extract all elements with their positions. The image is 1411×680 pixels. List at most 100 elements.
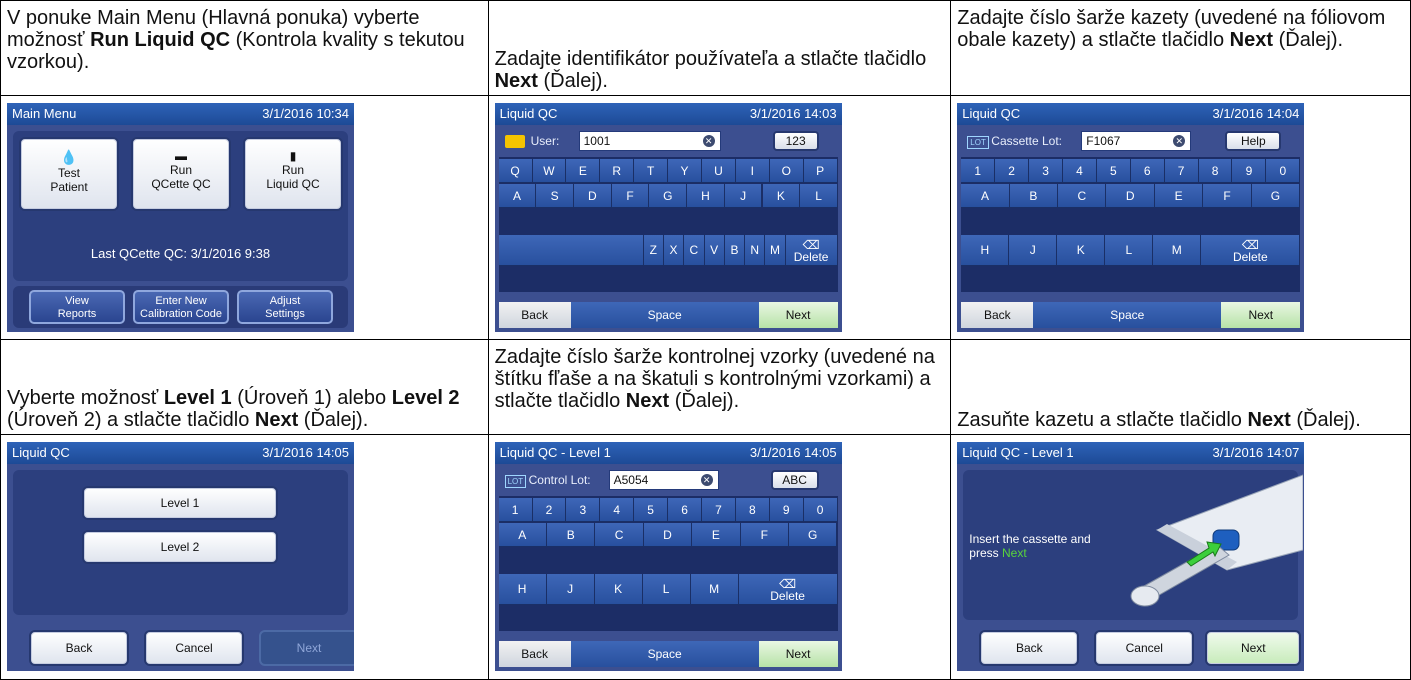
key-l[interactable]: L: [1105, 235, 1154, 266]
next-button[interactable]: Next: [1205, 630, 1302, 666]
key-0[interactable]: 0: [1266, 159, 1301, 183]
back-button[interactable]: Back: [498, 641, 571, 667]
key-h[interactable]: H: [498, 574, 547, 605]
key-h[interactable]: H: [961, 235, 1010, 266]
key-1[interactable]: 1: [498, 498, 533, 522]
view-reports-button[interactable]: View Reports: [29, 290, 125, 324]
key-d[interactable]: D: [574, 184, 612, 208]
test-patient-button[interactable]: 💧 Test Patient: [19, 137, 119, 211]
key-k[interactable]: K: [1057, 235, 1106, 266]
key-b[interactable]: B: [724, 235, 746, 266]
key-j[interactable]: J: [1009, 235, 1058, 266]
key-y[interactable]: Y: [668, 159, 702, 183]
level-2-button[interactable]: Level 2: [82, 530, 278, 564]
key-x[interactable]: X: [663, 235, 685, 266]
key-4[interactable]: 4: [600, 498, 635, 522]
key-d[interactable]: D: [643, 523, 693, 547]
key-g[interactable]: G: [649, 184, 688, 208]
key-f[interactable]: F: [740, 523, 789, 547]
key-7[interactable]: 7: [1164, 159, 1199, 183]
key-2[interactable]: 2: [995, 159, 1030, 183]
key-l[interactable]: L: [800, 184, 838, 208]
key-n[interactable]: N: [745, 235, 766, 266]
key-v[interactable]: V: [704, 235, 725, 266]
key-i[interactable]: I: [735, 159, 770, 183]
key-a[interactable]: A: [498, 184, 537, 208]
key-p[interactable]: P: [803, 159, 838, 183]
run-liquid-qc-button[interactable]: ▮ Run Liquid QC: [243, 137, 343, 211]
key-k[interactable]: K: [594, 574, 643, 605]
space-key[interactable]: Space: [570, 302, 759, 328]
key-c[interactable]: C: [1058, 184, 1107, 208]
cancel-button[interactable]: Cancel: [144, 630, 244, 666]
next-button-disabled[interactable]: Next: [259, 630, 354, 666]
key-8[interactable]: 8: [1198, 159, 1233, 183]
key-f[interactable]: F: [611, 184, 650, 208]
key-m[interactable]: M: [765, 235, 786, 266]
key-8[interactable]: 8: [735, 498, 770, 522]
key-1[interactable]: 1: [961, 159, 996, 183]
back-button[interactable]: Back: [29, 630, 129, 666]
key-9[interactable]: 9: [1232, 159, 1267, 183]
mode-abc-button[interactable]: ABC: [770, 470, 819, 490]
key-j[interactable]: J: [546, 574, 595, 605]
key-b[interactable]: B: [1009, 184, 1059, 208]
key-h[interactable]: H: [687, 184, 725, 208]
clear-icon[interactable]: ✕: [702, 135, 715, 147]
space-key[interactable]: Space: [1033, 302, 1222, 328]
delete-key[interactable]: ⌫ Delete: [785, 235, 838, 266]
key-9[interactable]: 9: [769, 498, 804, 522]
key-5[interactable]: 5: [634, 498, 669, 522]
key-o[interactable]: O: [769, 159, 804, 183]
key-e[interactable]: E: [692, 523, 741, 547]
user-input[interactable]: 1001: [578, 131, 721, 151]
key-r[interactable]: R: [600, 159, 635, 183]
key-t[interactable]: T: [634, 159, 669, 183]
enter-calibration-code-button[interactable]: Enter New Calibration Code: [133, 290, 229, 324]
key-k[interactable]: K: [762, 184, 801, 208]
key-a[interactable]: A: [961, 184, 1010, 208]
back-button[interactable]: Back: [498, 302, 571, 328]
key-5[interactable]: 5: [1096, 159, 1131, 183]
key-w[interactable]: W: [532, 159, 567, 183]
key-b[interactable]: B: [547, 523, 596, 547]
key-4[interactable]: 4: [1062, 159, 1097, 183]
key-g[interactable]: G: [789, 523, 838, 547]
key-q[interactable]: Q: [498, 159, 533, 183]
key-f[interactable]: F: [1203, 184, 1252, 208]
key-6[interactable]: 6: [668, 498, 702, 522]
key-j[interactable]: J: [724, 184, 763, 208]
key-e[interactable]: E: [566, 159, 601, 183]
delete-key[interactable]: ⌫ Delete: [1201, 235, 1301, 266]
key-m[interactable]: M: [1153, 235, 1202, 266]
adjust-settings-button[interactable]: Adjust Settings: [237, 290, 333, 324]
key-6[interactable]: 6: [1130, 159, 1165, 183]
key-u[interactable]: U: [702, 159, 736, 183]
mode-123-button[interactable]: 123: [772, 131, 819, 151]
key-3[interactable]: 3: [1029, 159, 1063, 183]
delete-key[interactable]: ⌫ Delete: [738, 574, 838, 605]
key-l[interactable]: L: [642, 574, 691, 605]
level-1-button[interactable]: Level 1: [82, 486, 278, 520]
key-e[interactable]: E: [1154, 184, 1204, 208]
help-button[interactable]: Help: [1225, 131, 1282, 151]
key-d[interactable]: D: [1106, 184, 1155, 208]
key-7[interactable]: 7: [702, 498, 736, 522]
back-button[interactable]: Back: [979, 630, 1080, 666]
next-button[interactable]: Next: [758, 641, 838, 667]
key-c[interactable]: C: [684, 235, 705, 266]
space-key[interactable]: Space: [570, 641, 759, 667]
clear-icon[interactable]: ✕: [700, 474, 713, 486]
next-button[interactable]: Next: [758, 302, 838, 328]
cancel-button[interactable]: Cancel: [1094, 630, 1195, 666]
next-button[interactable]: Next: [1221, 302, 1301, 328]
key-m[interactable]: M: [690, 574, 739, 605]
key-2[interactable]: 2: [532, 498, 567, 522]
key-0[interactable]: 0: [803, 498, 838, 522]
key-c[interactable]: C: [595, 523, 644, 547]
run-qcette-qc-button[interactable]: ▬ Run QCette QC: [131, 137, 231, 211]
key-3[interactable]: 3: [566, 498, 601, 522]
key-a[interactable]: A: [498, 523, 547, 547]
key-g[interactable]: G: [1251, 184, 1301, 208]
back-button[interactable]: Back: [961, 302, 1034, 328]
